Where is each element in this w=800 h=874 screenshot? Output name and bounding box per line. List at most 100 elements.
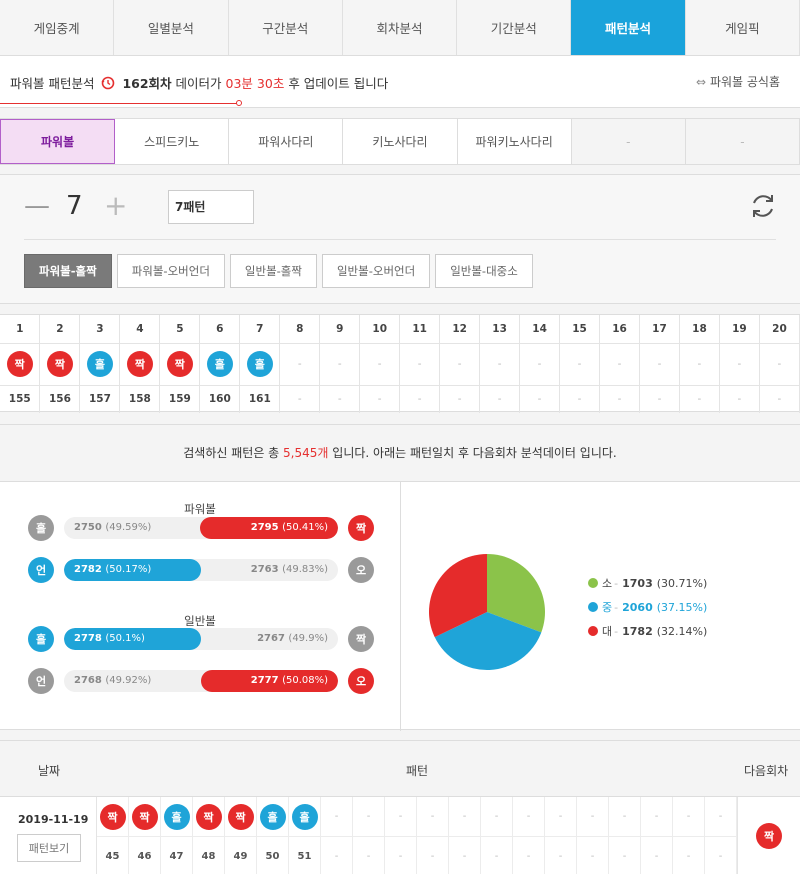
right-result-ball: 짝 [348,626,374,652]
history-cell: 짝 48 [193,797,225,874]
result-ball: 짝 [166,351,193,377]
grid-round-cell: - [479,385,521,413]
nav-tab-4[interactable]: 기간분석 [457,0,572,55]
history-ball-slot: 짝 [193,797,224,837]
game-tab-4[interactable]: 파워키노사다리 [457,119,572,164]
grid-round-cell: - [599,385,640,413]
nav-tab-5[interactable]: 패턴분석 [571,0,686,55]
legend-percent: (32.14%) [656,624,708,638]
game-tab-3[interactable]: 키노사다리 [343,119,458,164]
round-number: 159 [168,393,191,406]
round-number: - [417,393,422,406]
col-pattern: 패턴 [406,764,429,778]
pattern-count: 7 [66,191,83,221]
result-ball: 홀 [86,351,113,377]
round-number: - [558,850,563,862]
history-cell: 짝 46 [129,797,161,874]
update-text-mid: 데이터가 [175,76,222,91]
round-number: - [366,850,371,862]
empty-dash: - [558,811,563,822]
left-count: 2768 [74,675,102,686]
right-value: 2767 (49.9%) [257,628,328,650]
refresh-icon[interactable] [748,191,778,221]
empty-dash: - [337,358,342,370]
game-tab-1[interactable]: 스피드키노 [115,119,230,164]
decrease-button[interactable]: — [24,191,50,221]
grid-ball-cell: 홀 [79,343,121,386]
grid-round-cell: 161 [239,385,281,413]
pattern-type-tab-3[interactable]: 일반볼-오버언더 [321,254,431,288]
nav-tab-3[interactable]: 회차분석 [343,0,458,55]
empty-dash: - [398,811,403,822]
empty-dash: - [577,358,582,370]
pattern-type-tab-2[interactable]: 일반볼-홀짝 [229,254,317,288]
history-ball-slot: - [321,797,352,837]
pattern-type-tab-4[interactable]: 일반볼-대중소 [435,254,533,288]
nav-tab-2[interactable]: 구간분석 [229,0,343,55]
right-percent: (50.41%) [282,522,328,533]
empty-dash: - [497,358,502,370]
nav-tab-6[interactable]: 게임픽 [686,0,800,55]
main-nav: 게임중계 일별분석 구간분석 회차분석 기간분석 패턴분석 게임픽 [0,0,800,56]
history-ball-slot: 짝 [97,797,128,837]
clock-history-icon [101,76,115,91]
history-date-cell: 2019-11-19 패턴보기 [0,797,97,874]
grid-col-header: 8 [279,315,321,344]
grid-ball-cell: - [559,343,601,386]
grid-ball-cell: - [439,343,481,386]
legend-label: 소 [602,577,613,590]
game-tabs: 파워볼 스피드키노 파워사다리 키노사다리 파워키노사다리 - - [0,118,800,165]
pattern-type-tab-1[interactable]: 파워볼-오버언더 [116,254,225,288]
pattern-input[interactable]: 7패턴 [168,190,254,224]
grid-col-header: 1 [0,315,41,344]
history-ball-slot: - [481,797,512,837]
increase-button[interactable]: + [104,189,127,222]
legend-dot-icon [588,626,598,636]
empty-dash: - [457,358,462,370]
view-pattern-button[interactable]: 패턴보기 [17,834,81,862]
official-home-link[interactable]: ⇔ 파워볼 공식홈 [696,73,780,90]
history-ball-slot: - [385,797,416,837]
grid-round-cell: - [559,385,601,413]
game-tab-0[interactable]: 파워볼 [0,119,116,164]
round-number: 45 [105,850,120,862]
grid-ball-cell: 짝 [119,343,161,386]
round-number: - [494,850,499,862]
summary-suffix: 입니다. 아래는 패턴일치 후 다음회차 분석데이터 입니다. [332,446,617,460]
grid-ball-cell: 홀 [199,343,241,386]
pattern-grid: 1 2 3 4 5 6 7 8 9 10 11 12 13 14 15 16 17 18 19 20 짝짝홀짝짝홀홀-… [0,314,800,413]
round-number: - [718,850,723,862]
result-ball: 짝 [99,803,126,830]
result-ball: 홀 [163,803,190,830]
history-round-slot: - [385,837,416,874]
nav-tab-0[interactable]: 게임중계 [0,0,115,55]
current-round: 162회차 [122,76,172,91]
history-cell: 짝 49 [225,797,257,874]
grid-round-cell: 157 [79,385,121,413]
round-number: 51 [297,850,312,862]
history-cell: -- [353,797,385,874]
result-ball: 짝 [195,803,222,830]
game-tab-2[interactable]: 파워사다리 [229,119,344,164]
legend-percent: (37.15%) [656,600,708,614]
legend-value: 1782 [622,624,653,638]
history-round-slot: - [321,837,352,874]
right-value: 2777 (50.08%) [251,670,328,692]
left-count: 2782 [74,564,102,575]
history-pattern-cells: 짝 45 짝 46 홀 47 짝 48 짝 49 홀 50 홀 51- - - - - - - - - - - - - - - - - - -… [97,797,737,874]
legend-separator: - [614,600,619,614]
grid-round-cell: 158 [119,385,161,413]
ratio-bar: 2782 (50.17%) 2763 (49.83%) [64,559,338,581]
grid-ball-cell: - [519,343,561,386]
history-cell: -- [449,797,481,874]
grid-col-header: 3 [79,315,121,344]
next-result-ball: 짝 [756,823,782,849]
empty-dash: - [430,811,435,822]
pattern-type-tab-0[interactable]: 파워볼-홀짝 [24,254,112,288]
nav-tab-1[interactable]: 일별분석 [114,0,229,55]
history-cell: -- [513,797,545,874]
round-number: - [590,850,595,862]
history-round-slot: 45 [97,837,128,874]
grid-ball-cell: - [679,343,720,386]
history-cell: 홀 51 [289,797,321,874]
